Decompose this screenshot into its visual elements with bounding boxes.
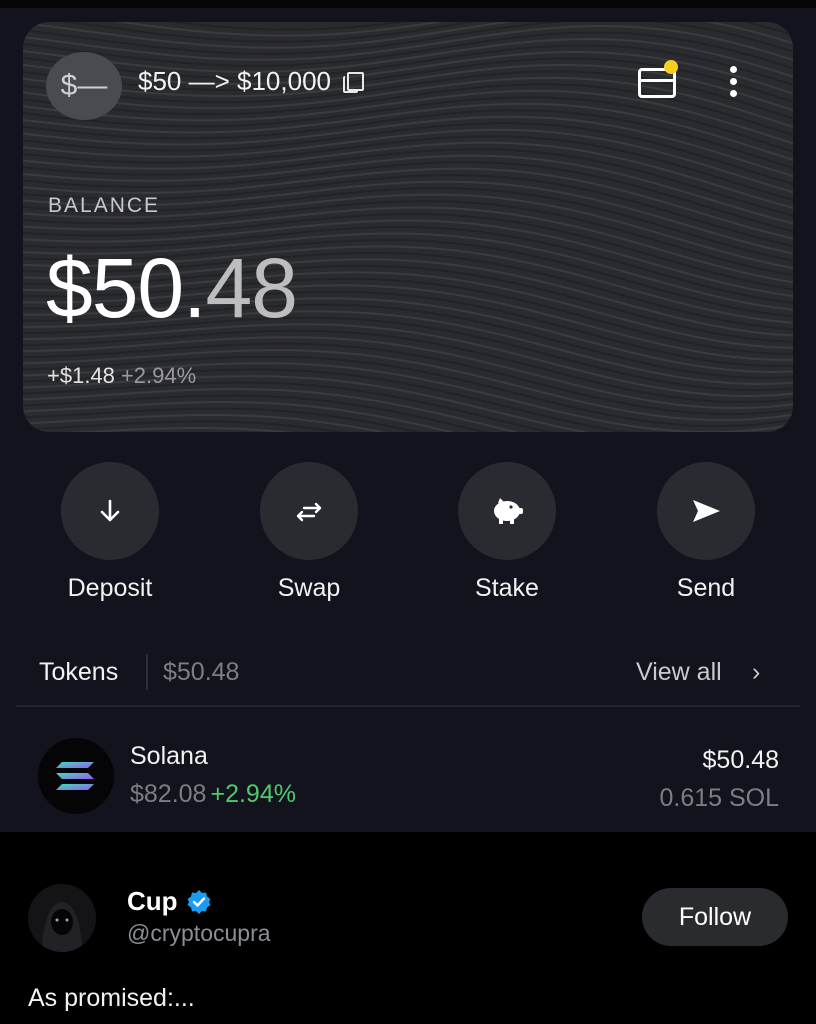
tokens-divider-line <box>16 705 800 707</box>
author-name-row[interactable]: Cup <box>127 886 212 917</box>
piggy-bank-icon <box>458 462 556 560</box>
copy-icon[interactable] <box>343 71 364 93</box>
stake-button[interactable]: Stake <box>432 462 582 603</box>
author-avatar[interactable] <box>28 884 96 952</box>
token-value: $50.48 <box>702 746 779 774</box>
swap-arrows-icon <box>260 462 358 560</box>
tokens-total: $50.48 <box>163 658 240 686</box>
send-button[interactable]: Send <box>631 462 781 603</box>
swap-button[interactable]: Swap <box>234 462 384 603</box>
tokens-divider <box>146 654 148 690</box>
deposit-label: Deposit <box>67 574 153 602</box>
wallet-avatar[interactable]: $— <box>46 52 122 120</box>
balance-change-pct: +2.94% <box>120 363 197 388</box>
author-handle[interactable]: @cryptocupra <box>127 920 271 947</box>
verified-badge-icon <box>187 889 211 914</box>
balance-amount: $50.48 <box>46 240 298 337</box>
token-name: Solana <box>130 742 208 770</box>
balance-change-abs: +$1.48 <box>47 363 115 388</box>
arrow-down-icon <box>61 462 159 560</box>
token-change: +2.94% <box>210 780 296 808</box>
tokens-title[interactable]: Tokens <box>39 658 118 687</box>
action-buttons: Deposit Swap Stake Send <box>0 462 816 612</box>
chevron-right-icon[interactable]: › <box>752 658 760 687</box>
token-amount: 0.615 SOL <box>659 784 779 812</box>
wallet-name-row[interactable]: $50 —> $10,000 <box>138 66 364 97</box>
wallet-name: $50 —> $10,000 <box>138 66 331 96</box>
balance-card: $— $50 —> $10,000 BALANCE $50.48 +$1.48 +… <box>23 22 793 432</box>
follow-button[interactable]: Follow <box>642 888 788 946</box>
token-row-solana[interactable]: Solana $82.08 +2.94% $50.48 0.615 SOL <box>0 730 816 820</box>
tweet-card: Cup @cryptocupra Follow As promised:... <box>0 832 816 1024</box>
solana-logo-icon <box>38 738 114 814</box>
stake-label: Stake <box>475 574 539 602</box>
send-icon <box>657 462 755 560</box>
wallet-avatar-text: $— <box>60 69 108 102</box>
more-options-icon[interactable] <box>728 66 738 100</box>
balance-change: +$1.48 +2.94% <box>47 363 196 389</box>
deposit-button[interactable]: Deposit <box>35 462 185 603</box>
swap-label: Swap <box>277 574 341 602</box>
author-name: Cup <box>127 886 178 916</box>
token-price: $82.08 <box>130 780 207 808</box>
balance-integer: $50. <box>46 241 206 335</box>
tokens-header: Tokens $50.48 View all › <box>0 650 816 696</box>
wallet-app: $— $50 —> $10,000 BALANCE $50.48 +$1.48 +… <box>0 0 816 832</box>
token-price-row: $82.08 +2.94% <box>130 780 296 809</box>
send-label: Send <box>676 574 736 602</box>
view-all-link[interactable]: View all <box>636 658 722 687</box>
balance-decimal: 48 <box>205 241 298 335</box>
notification-dot <box>664 60 678 74</box>
balance-label: BALANCE <box>48 194 161 217</box>
tweet-text: As promised:... <box>28 984 195 1012</box>
top-strip <box>0 0 816 8</box>
